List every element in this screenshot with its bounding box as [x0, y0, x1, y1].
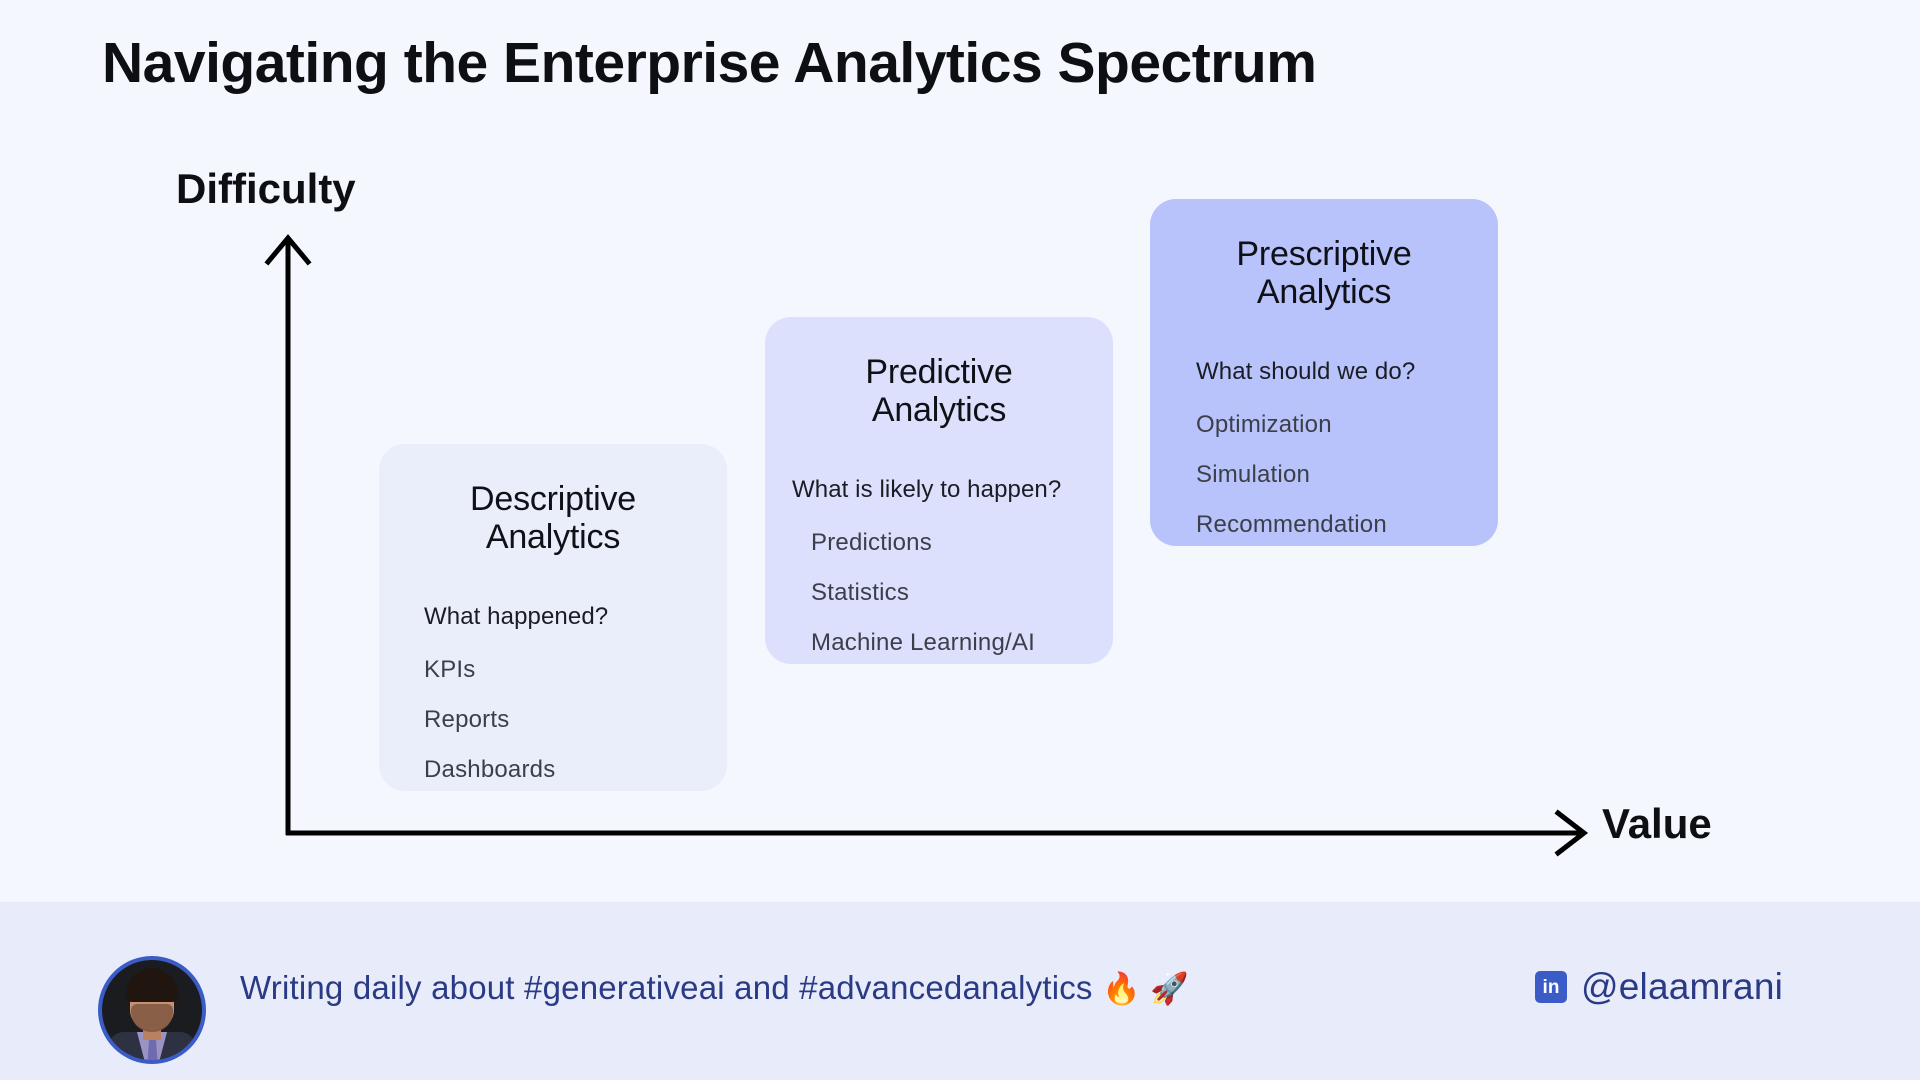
x-axis-label: Value	[1602, 800, 1712, 847]
card-prescriptive[interactable]: Prescriptive Analytics What should we do…	[1150, 199, 1498, 546]
y-axis-label: Difficulty	[176, 165, 356, 212]
card-item-list: Predictions Statistics Machine Learning/…	[811, 529, 1113, 657]
card-item: Simulation	[1196, 460, 1311, 488]
card-title: Prescriptive Analytics	[1150, 235, 1498, 312]
card-title-line1: Predictive	[865, 353, 1013, 391]
card-title: Descriptive Analytics	[379, 480, 727, 557]
avatar-beard	[131, 1004, 173, 1032]
card-item: Optimization	[1196, 410, 1332, 438]
card-item: Statistics	[811, 578, 910, 606]
card-item: KPIs	[424, 655, 476, 683]
footer-tagline-text: Writing daily about #generativeai and #a…	[240, 969, 1093, 1006]
avatar	[98, 956, 206, 1064]
card-question: What is likely to happen?	[792, 475, 1062, 503]
card-question: What should we do?	[1196, 357, 1416, 385]
card-item-list: Optimization Simulation Recommendation	[1196, 411, 1498, 539]
fire-icon: 🔥	[1102, 971, 1141, 1006]
card-title-line1: Prescriptive	[1236, 235, 1412, 273]
card-title: Predictive Analytics	[765, 353, 1113, 430]
linkedin-handle[interactable]: in @elaamrani	[1535, 966, 1783, 1008]
footer-tagline: Writing daily about #generativeai and #a…	[240, 969, 1189, 1007]
page-title: Navigating the Enterprise Analytics Spec…	[102, 31, 1317, 95]
card-item: Dashboards	[424, 755, 556, 783]
card-descriptive[interactable]: Descriptive Analytics What happened? KPI…	[379, 444, 727, 791]
card-item: Recommendation	[1196, 510, 1387, 538]
card-question: What happened?	[424, 602, 609, 630]
rocket-icon: 🚀	[1150, 971, 1190, 1006]
card-item-list: KPIs Reports Dashboards	[424, 656, 727, 784]
card-title-line2: Analytics	[485, 518, 621, 557]
card-title-line1: Descriptive	[470, 480, 636, 518]
linkedin-handle-text[interactable]: @elaamrani	[1581, 966, 1783, 1008]
card-item: Reports	[424, 705, 510, 733]
card-item: Predictions	[811, 528, 932, 556]
y-axis-arrowhead	[264, 234, 312, 266]
avatar-hair	[126, 968, 178, 1002]
card-title-line2: Analytics	[871, 391, 1007, 430]
x-axis-arrowhead	[1554, 809, 1589, 857]
linkedin-icon[interactable]: in	[1535, 971, 1567, 1003]
card-item: Machine Learning/AI	[811, 628, 1035, 656]
card-predictive[interactable]: Predictive Analytics What is likely to h…	[765, 317, 1113, 664]
card-title-line2: Analytics	[1256, 273, 1392, 312]
